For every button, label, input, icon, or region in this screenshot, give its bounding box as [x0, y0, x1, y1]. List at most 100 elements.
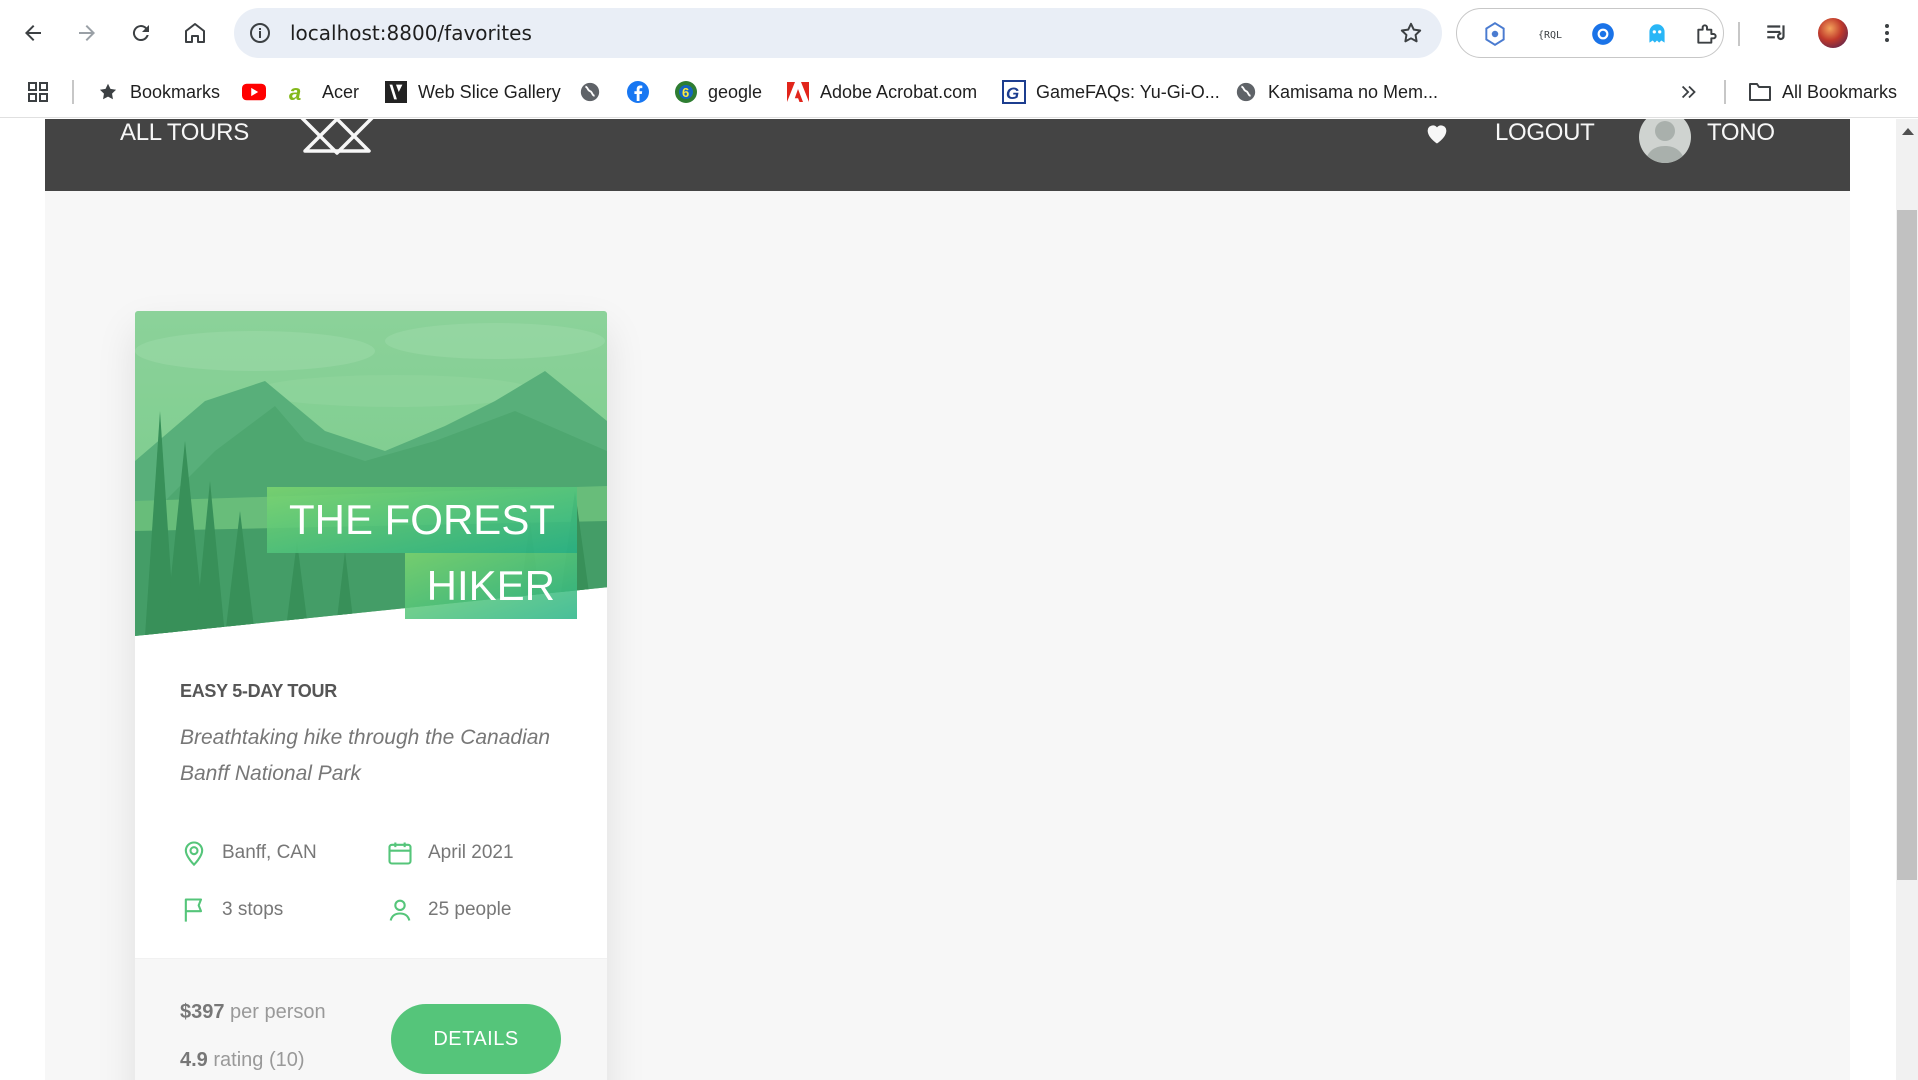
- all-bookmarks-label: All Bookmarks: [1782, 81, 1898, 102]
- url-text[interactable]: localhost:8800/favorites: [290, 21, 532, 45]
- bookmark-acer[interactable]: a Acer: [288, 78, 359, 106]
- date-text: April 2021: [428, 842, 514, 863]
- bookmark-star-icon[interactable]: [1398, 20, 1424, 46]
- star-icon: [96, 80, 120, 104]
- svg-text:6: 6: [682, 85, 689, 100]
- profile-avatar[interactable]: [1816, 16, 1850, 50]
- extension-4-icon[interactable]: [1643, 20, 1671, 48]
- card-title-line1: THE FOREST: [266, 487, 577, 553]
- user-name-link[interactable]: TONO: [1707, 119, 1775, 146]
- bookmark-label: Bookmarks: [130, 81, 221, 102]
- globe-icon: [1234, 80, 1258, 104]
- bookmark-geogle[interactable]: 6 geogle: [674, 78, 762, 106]
- youtube-icon: [242, 80, 266, 104]
- extensions-group: {RQL}: [1456, 8, 1724, 58]
- bookmark-globe[interactable]: [578, 78, 612, 106]
- page-viewport: ALL TOURS LOGOUT TONO THE FOREST HIKER E…: [0, 119, 1918, 1080]
- page-body: ALL TOURS LOGOUT TONO THE FOREST HIKER E…: [45, 119, 1850, 1080]
- bookmark-bookmarks[interactable]: Bookmarks: [96, 78, 220, 106]
- home-button[interactable]: [176, 14, 214, 52]
- facebook-icon: [626, 80, 650, 104]
- forward-button[interactable]: [68, 14, 106, 52]
- tour-rating: 4.9 rating (10): [180, 1049, 305, 1072]
- card-title: THE FOREST HIKER: [266, 487, 577, 619]
- bookmark-label: Kamisama no Mem...: [1268, 81, 1439, 102]
- back-button[interactable]: [14, 14, 52, 52]
- extension-1-icon[interactable]: [1481, 20, 1509, 48]
- extension-2-icon[interactable]: {RQL}: [1535, 20, 1563, 48]
- price-unit: per person: [224, 1001, 326, 1023]
- web-slice-icon: [384, 80, 408, 104]
- arrow-left-icon: [25, 25, 41, 41]
- geogle-icon: 6: [674, 80, 698, 104]
- logout-link[interactable]: LOGOUT: [1495, 119, 1595, 146]
- more-bookmarks-chevron-icon[interactable]: [1678, 78, 1700, 106]
- toolbar-divider: [1738, 22, 1740, 46]
- profile-picture: [1818, 18, 1848, 48]
- bookmark-label: Acer: [322, 81, 360, 102]
- bookmark-facebook[interactable]: [626, 78, 660, 106]
- people-text: 25 people: [428, 899, 512, 920]
- apps-grid-icon[interactable]: [26, 78, 50, 106]
- puzzle-icon[interactable]: [1693, 20, 1721, 48]
- card-footer: $397 per person 4.9 rating (10) DETAILS: [135, 958, 607, 1080]
- site-info-icon[interactable]: [248, 21, 272, 45]
- scroll-up-arrow-icon[interactable]: [1902, 128, 1914, 135]
- user-icon: [389, 899, 411, 921]
- bookmark-label: Web Slice Gallery: [418, 81, 561, 102]
- bookmark-label: Adobe Acrobat.com: [820, 81, 978, 102]
- menu-kebab-icon[interactable]: [1870, 16, 1904, 50]
- scrollbar-thumb[interactable]: [1897, 210, 1917, 880]
- calendar-icon: [388, 842, 412, 865]
- bookmark-kamisama[interactable]: Kamisama no Mem...: [1234, 78, 1438, 106]
- price-value: $397: [180, 1001, 225, 1023]
- reload-icon: [132, 25, 149, 42]
- tour-card: THE FOREST HIKER EASY 5-DAY TOUR Breatht…: [135, 311, 607, 1080]
- stops-text: 3 stops: [222, 899, 284, 920]
- reload-button[interactable]: [122, 14, 160, 52]
- bookmark-youtube[interactable]: [242, 78, 276, 106]
- tour-group-size: 25 people: [386, 896, 511, 924]
- arrow-right-icon: [79, 25, 95, 41]
- rating-value: 4.9: [180, 1049, 208, 1071]
- all-tours-link[interactable]: ALL TOURS: [120, 119, 249, 146]
- browser-toolbar: localhost:8800/favorites {RQL}: [0, 0, 1918, 66]
- bookmarks-bar: Bookmarks a Acer Web Slice Gallery 6 geo…: [0, 66, 1918, 118]
- location-text: Banff, CAN: [222, 842, 317, 863]
- user-avatar[interactable]: [1639, 119, 1691, 163]
- bookmark-web-slice-gallery[interactable]: Web Slice Gallery: [384, 78, 561, 106]
- tour-summary: Breathtaking hike through the Canadian B…: [180, 726, 551, 785]
- address-bar[interactable]: localhost:8800/favorites: [234, 8, 1442, 58]
- bookmark-label: geogle: [708, 81, 763, 102]
- site-logo-icon[interactable]: [293, 119, 381, 155]
- all-bookmarks[interactable]: All Bookmarks: [1748, 78, 1897, 106]
- folder-icon: [1748, 80, 1772, 104]
- extension-3-icon[interactable]: [1589, 20, 1617, 48]
- reading-list-icon[interactable]: [1760, 16, 1794, 50]
- map-pin-icon: [184, 841, 204, 867]
- acer-icon: a: [288, 80, 312, 104]
- site-header: ALL TOURS LOGOUT TONO: [45, 119, 1850, 191]
- gamefaqs-icon: G: [1002, 80, 1026, 104]
- svg-text:a: a: [289, 80, 301, 104]
- bookmarks-divider: [72, 80, 74, 104]
- favorites-heart-icon[interactable]: [1423, 119, 1451, 147]
- svg-text:{RQL}: {RQL}: [1538, 30, 1562, 41]
- flag-icon: [184, 898, 203, 922]
- bookmark-gamefaqs[interactable]: G GameFAQs: Yu-Gi-O...: [1002, 78, 1220, 106]
- rating-unit: rating (10): [207, 1049, 305, 1071]
- card-details: EASY 5-DAY TOUR Breathtaking hike throug…: [180, 681, 580, 922]
- home-icon: [185, 23, 205, 43]
- globe-icon: [578, 80, 602, 104]
- bookmark-label: GameFAQs: Yu-Gi-O...: [1036, 81, 1220, 102]
- card-title-line2: HIKER: [404, 553, 577, 619]
- tour-difficulty-heading: EASY 5-DAY TOUR: [180, 681, 337, 701]
- tour-stops: 3 stops: [180, 896, 283, 924]
- tour-date: April 2021: [386, 839, 514, 867]
- tour-location: Banff, CAN: [180, 839, 317, 867]
- bookmark-adobe-acrobat[interactable]: Adobe Acrobat.com: [786, 78, 977, 106]
- details-button[interactable]: DETAILS: [391, 1004, 561, 1074]
- bookmarks-divider: [1724, 80, 1726, 104]
- svg-text:G: G: [1006, 84, 1019, 103]
- adobe-icon: [786, 80, 810, 104]
